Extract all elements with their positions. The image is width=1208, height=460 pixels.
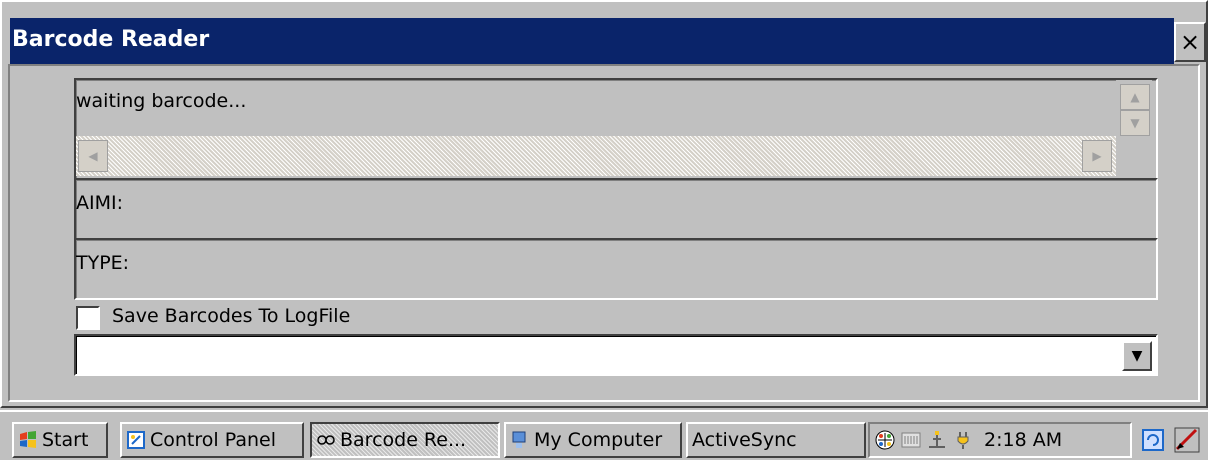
type-label: TYPE: xyxy=(76,252,130,274)
taskbar-item-label: Barcode Re... xyxy=(340,429,467,451)
horizontal-scrollbar[interactable]: ◀ ▶ xyxy=(76,136,1116,176)
input-panel-button[interactable] xyxy=(1172,424,1202,456)
scroll-left-icon: ◀ xyxy=(88,149,98,163)
pen-icon xyxy=(1174,427,1200,453)
system-tray: 2:18 AM xyxy=(868,422,1132,458)
desktop-button[interactable] xyxy=(1138,424,1168,456)
taskbar-item-my-computer[interactable]: My Computer xyxy=(504,422,682,458)
network-icon[interactable] xyxy=(874,429,896,451)
log-file-combo[interactable]: ▼ xyxy=(74,334,1158,376)
taskbar: Start Control Panel Barcode Re... My Com… xyxy=(0,410,1208,460)
scroll-left-button[interactable]: ◀ xyxy=(78,140,108,172)
taskbar-item-barcode-reader[interactable]: Barcode Re... xyxy=(310,422,500,458)
title-bar: Barcode Reader xyxy=(10,18,1174,64)
vertical-scrollbar[interactable]: ▲ ▼ xyxy=(1116,80,1152,138)
type-field: TYPE: xyxy=(74,238,1158,300)
aimi-field: AIMI: xyxy=(74,178,1158,240)
power-plug-icon[interactable] xyxy=(952,429,974,451)
barcode-result-text: waiting barcode... xyxy=(76,90,247,112)
aimi-label: AIMI: xyxy=(76,192,123,214)
window-title: Barcode Reader xyxy=(12,27,210,52)
close-button[interactable]: × xyxy=(1174,22,1206,62)
taskbar-item-label: Control Panel xyxy=(150,429,276,451)
scroll-right-button[interactable]: ▶ xyxy=(1082,140,1112,172)
start-label: Start xyxy=(42,429,89,451)
computer-icon xyxy=(512,431,526,448)
scroll-right-icon: ▶ xyxy=(1092,149,1102,163)
barcode-result-box[interactable]: waiting barcode... ▲ ▼ ◀ ▶ xyxy=(74,78,1158,180)
barcode-icon xyxy=(317,435,335,445)
taskbar-item-label: My Computer xyxy=(534,429,663,451)
show-desktop-icon xyxy=(1142,429,1164,451)
chevron-down-icon: ▼ xyxy=(1131,348,1143,364)
taskbar-item-activesync[interactable]: ActiveSync xyxy=(686,422,866,458)
scroll-down-icon: ▼ xyxy=(1130,116,1140,130)
close-icon: × xyxy=(1179,28,1201,56)
scroll-down-button[interactable]: ▼ xyxy=(1120,110,1150,136)
scroll-up-button[interactable]: ▲ xyxy=(1120,84,1150,110)
taskbar-item-label: ActiveSync xyxy=(692,429,797,451)
control-panel-icon xyxy=(127,431,145,449)
scroll-up-icon: ▲ xyxy=(1130,90,1140,104)
combo-dropdown-button[interactable]: ▼ xyxy=(1122,341,1152,371)
keyboard-icon[interactable] xyxy=(900,429,922,451)
taskbar-item-control-panel[interactable]: Control Panel xyxy=(120,422,304,458)
save-log-label[interactable]: Save Barcodes To LogFile xyxy=(112,305,350,327)
usb-icon[interactable] xyxy=(926,429,948,451)
start-button[interactable]: Start xyxy=(12,422,108,458)
save-log-checkbox[interactable] xyxy=(76,306,100,330)
clock[interactable]: 2:18 AM xyxy=(984,429,1062,451)
windows-flag-icon xyxy=(20,431,36,448)
